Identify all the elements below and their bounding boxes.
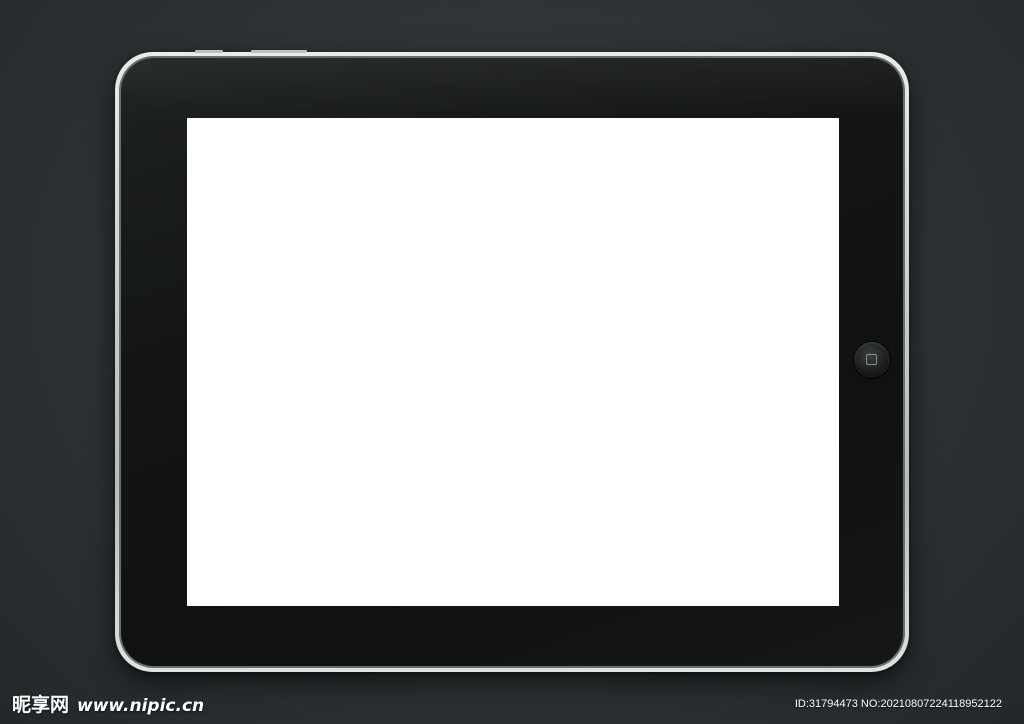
tablet-screen [187,118,839,606]
tablet-rim [119,56,905,668]
tablet-bezel [121,58,903,666]
tablet-volume-button [251,50,307,53]
watermark-site-url: www.nipic.cn [77,696,205,716]
canvas: 昵享网 www.nipic.cn ID:31794473 NO:202108072… [0,0,1024,724]
home-button[interactable] [854,342,890,378]
tablet-top-button [195,50,223,53]
bezel-sheen [121,58,903,118]
watermark-site-name: 昵享网 [12,694,70,716]
watermark-image-id: ID:31794473 NO:20210807224118952122 [794,698,1002,710]
watermark-logo: 昵享网 www.nipic.cn [12,690,204,717]
tablet-device [115,50,909,672]
home-square-icon [866,354,877,365]
